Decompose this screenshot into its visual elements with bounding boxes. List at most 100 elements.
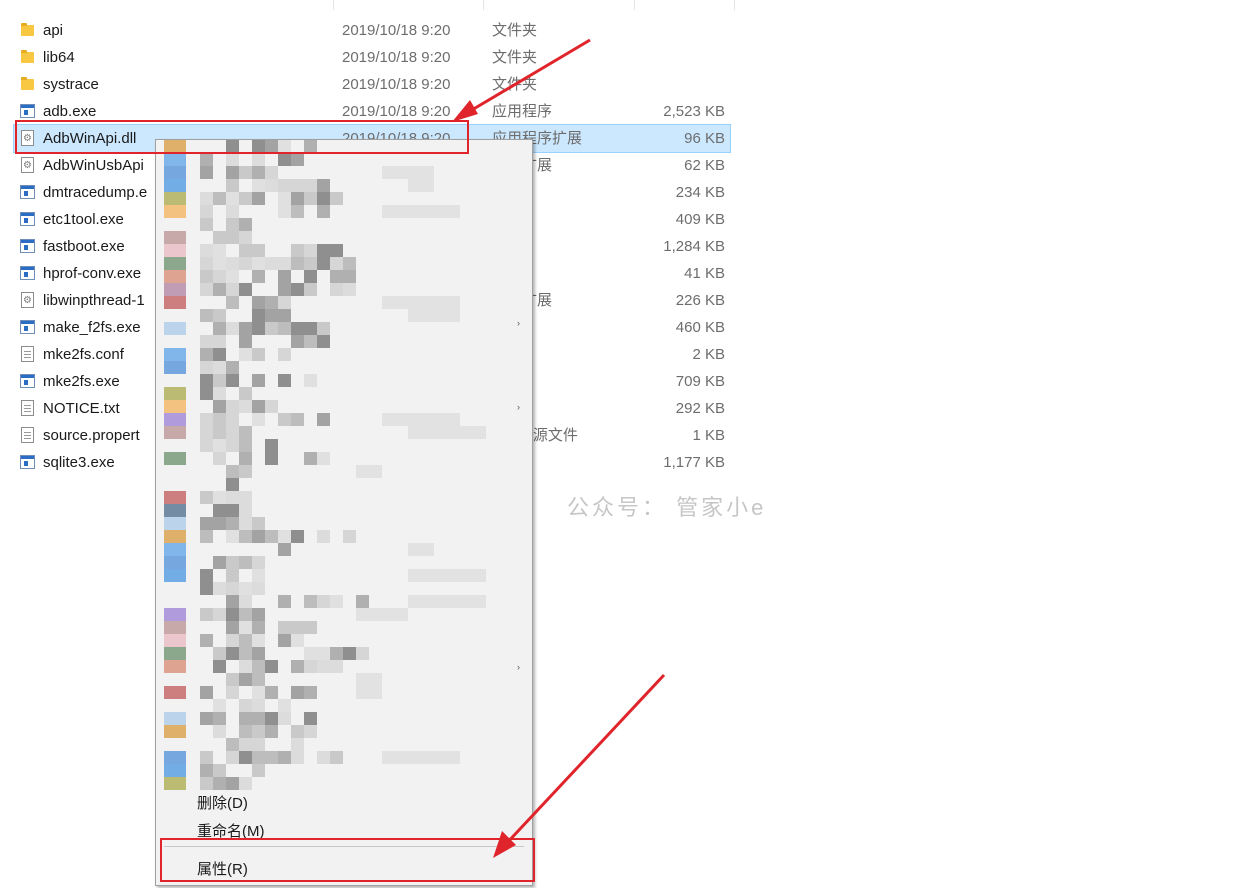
menu-text-blur xyxy=(239,335,252,348)
file-date: 2019/10/18 9:20 xyxy=(342,49,451,66)
menu-text-blur xyxy=(252,166,265,179)
dll-icon xyxy=(21,292,34,308)
menu-text-blur xyxy=(226,517,239,530)
menu-item-icon-blur xyxy=(164,777,186,790)
menu-text-blur xyxy=(265,257,278,270)
menu-text-blur xyxy=(213,257,226,270)
menu-item-icon-blur xyxy=(164,634,186,647)
menu-text-blur xyxy=(330,660,343,673)
menu-item-icon-blur xyxy=(164,257,186,270)
menu-text-blur xyxy=(356,647,369,660)
file-row[interactable]: systrace 2019/10/18 9:20 文件夹 xyxy=(14,71,730,98)
menu-text-blur xyxy=(200,777,213,790)
menu-text-blur xyxy=(239,322,252,335)
menu-text-blur xyxy=(239,426,252,439)
menu-item-icon-blur xyxy=(164,166,186,179)
menu-text-blur xyxy=(278,348,291,361)
menu-text-blur xyxy=(265,452,278,465)
menu-text-blur xyxy=(226,218,239,231)
menu-text-blur xyxy=(252,179,265,192)
menu-text-blur xyxy=(200,205,213,218)
menu-text-blur xyxy=(304,374,317,387)
menu-item-icon-blur xyxy=(164,413,186,426)
file-size: 62 KB xyxy=(684,157,725,174)
menu-text-blur xyxy=(317,595,330,608)
menu-item-icon-blur xyxy=(164,192,186,205)
file-row[interactable]: api 2019/10/18 9:20 文件夹 xyxy=(14,17,730,44)
menu-text-blur xyxy=(278,634,291,647)
menu-text-blur xyxy=(239,621,252,634)
menu-text-blur xyxy=(252,517,265,530)
file-size: 2 KB xyxy=(692,346,725,363)
menu-text-blur xyxy=(252,738,265,751)
menu-item-delete[interactable]: 删除(D) xyxy=(197,792,248,813)
menu-text-blur xyxy=(317,179,330,192)
menu-text-blur xyxy=(239,699,252,712)
menu-text-blur xyxy=(200,530,213,543)
menu-text-blur xyxy=(239,504,252,517)
exe-icon xyxy=(20,374,35,388)
menu-text-blur xyxy=(317,751,330,764)
menu-text-blur xyxy=(330,283,343,296)
file-row[interactable]: lib64 2019/10/18 9:20 文件夹 xyxy=(14,44,730,71)
menu-text-blur xyxy=(252,634,265,647)
menu-text-blur xyxy=(252,270,265,283)
menu-text-blur xyxy=(252,192,265,205)
menu-text-blur xyxy=(239,517,252,530)
menu-text-blur xyxy=(226,608,239,621)
menu-item-icon-blur xyxy=(164,647,186,660)
menu-text-blur xyxy=(213,361,226,374)
menu-text-blur xyxy=(291,686,304,699)
exe-icon xyxy=(20,104,35,118)
menu-text-blur xyxy=(265,296,278,309)
menu-text-blur xyxy=(252,686,265,699)
menu-text-blur xyxy=(226,257,239,270)
menu-text-blur xyxy=(252,764,265,777)
menu-text-blur xyxy=(304,283,317,296)
menu-text-blur xyxy=(213,192,226,205)
menu-text-blur xyxy=(226,491,239,504)
menu-text-blur xyxy=(304,660,317,673)
menu-text-blur xyxy=(200,166,213,179)
file-size: 460 KB xyxy=(675,319,725,336)
menu-item-icon-blur xyxy=(164,764,186,777)
submenu-arrow-icon: › xyxy=(517,402,520,412)
menu-text-blur xyxy=(200,439,213,452)
menu-text-blur xyxy=(252,374,265,387)
menu-text-blur xyxy=(304,647,317,660)
menu-text-blur xyxy=(252,725,265,738)
menu-item-icon-blur xyxy=(164,660,186,673)
menu-text-blur xyxy=(239,712,252,725)
menu-text-blur xyxy=(278,712,291,725)
file-size: 226 KB xyxy=(675,292,725,309)
menu-text-blur xyxy=(213,322,226,335)
menu-text-blur xyxy=(317,530,330,543)
menu-text-blur xyxy=(200,244,213,257)
file-size: 234 KB xyxy=(675,184,725,201)
menu-text-blur xyxy=(291,322,304,335)
menu-text-blur xyxy=(278,309,291,322)
menu-text-blur xyxy=(278,270,291,283)
menu-text-blur xyxy=(239,608,252,621)
menu-shortcut-blur xyxy=(356,465,382,478)
menu-text-blur xyxy=(239,660,252,673)
menu-shortcut-blur xyxy=(408,179,434,192)
menu-text-blur xyxy=(213,725,226,738)
menu-text-blur xyxy=(278,153,291,166)
exe-icon xyxy=(20,239,35,253)
menu-text-blur xyxy=(213,270,226,283)
menu-text-blur xyxy=(252,556,265,569)
menu-text-blur xyxy=(200,634,213,647)
menu-shortcut-blur xyxy=(356,673,382,686)
menu-text-blur xyxy=(343,647,356,660)
menu-text-blur xyxy=(304,270,317,283)
menu-text-blur xyxy=(252,660,265,673)
menu-text-blur xyxy=(265,439,278,452)
menu-text-blur xyxy=(226,478,239,491)
file-size: 409 KB xyxy=(675,211,725,228)
menu-text-blur xyxy=(330,257,343,270)
menu-text-blur xyxy=(239,634,252,647)
menu-text-blur xyxy=(200,192,213,205)
menu-text-blur xyxy=(213,283,226,296)
menu-text-blur xyxy=(343,270,356,283)
